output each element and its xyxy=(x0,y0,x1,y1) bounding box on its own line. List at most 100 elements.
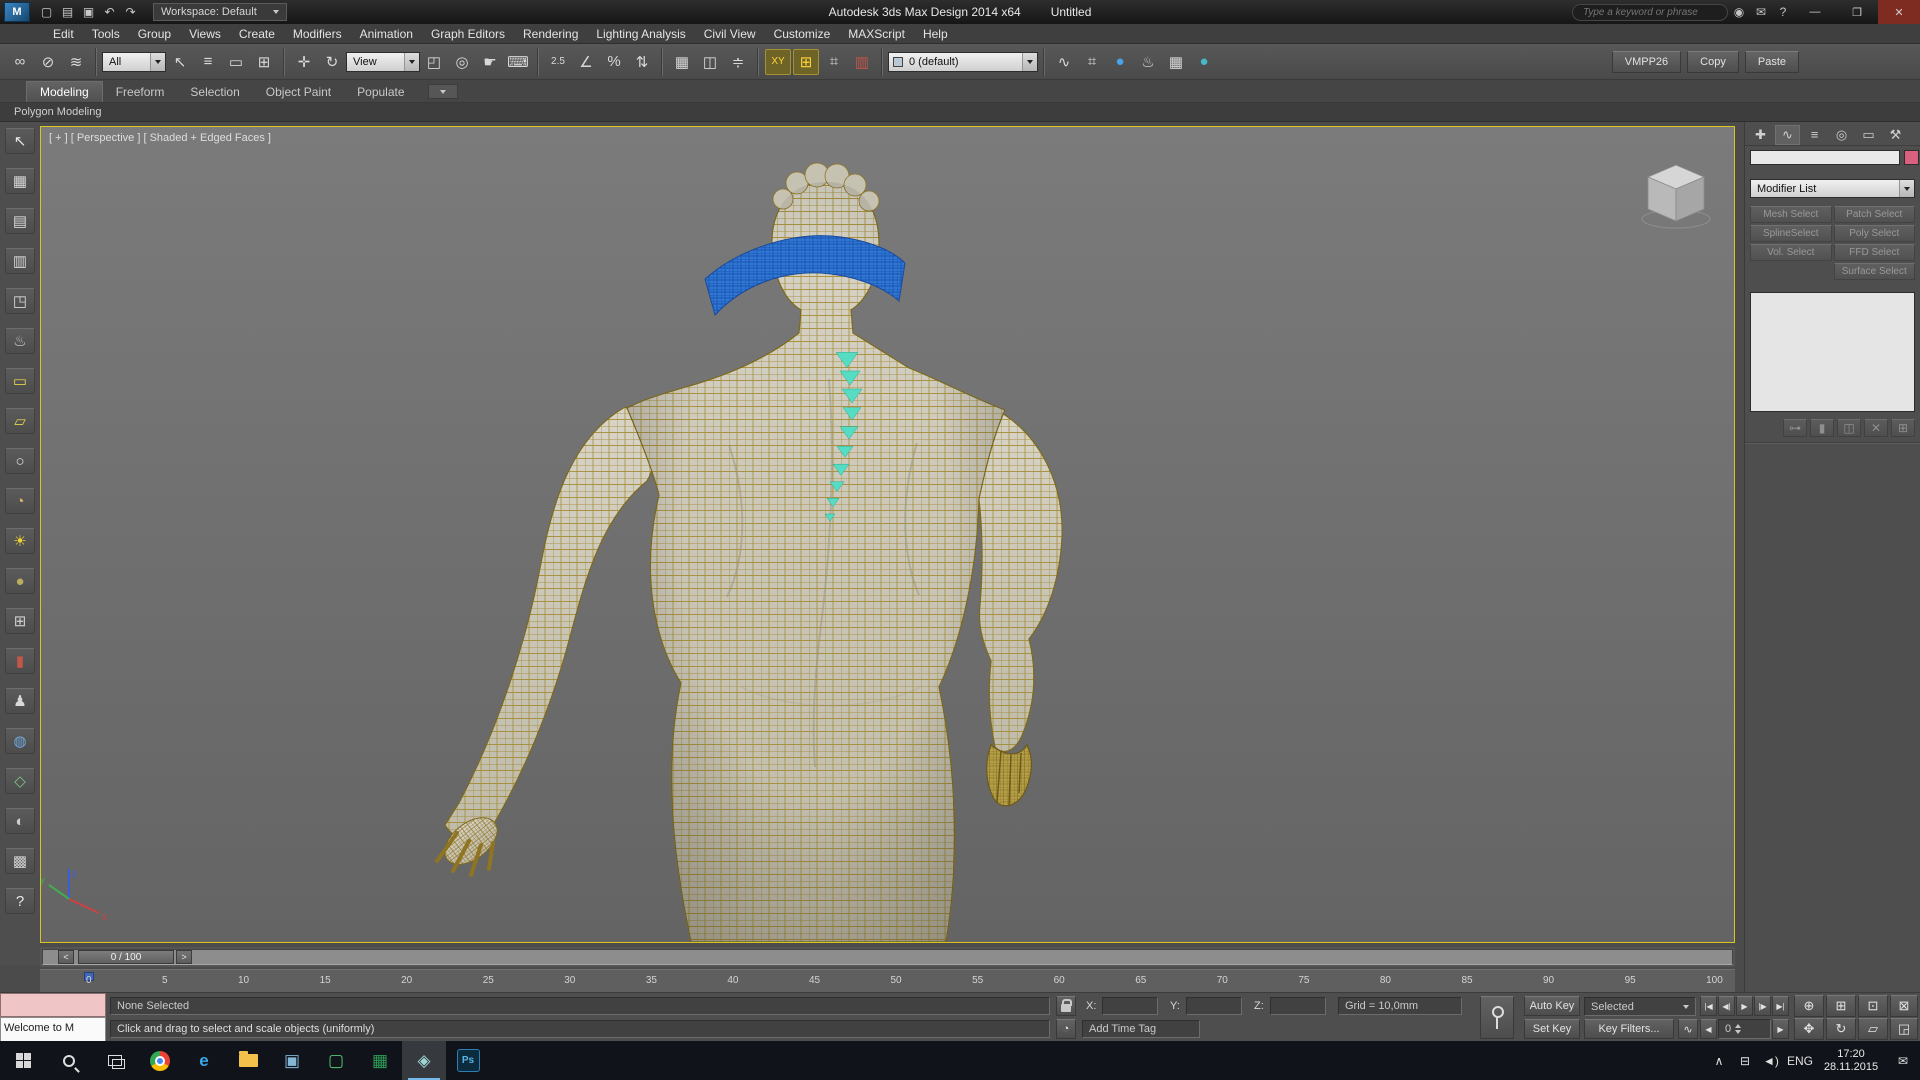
frame-back-button[interactable]: ◀ xyxy=(1700,1019,1717,1039)
left-toolbar-icon[interactable]: ▭ xyxy=(5,368,35,394)
frame-number-field[interactable]: 0 xyxy=(1718,1019,1771,1039)
left-toolbar-icon[interactable]: ◍ xyxy=(5,728,35,754)
schematic-view-icon[interactable]: ⌗ xyxy=(1079,49,1105,75)
frame-forward-button[interactable]: ▶ xyxy=(1772,1019,1789,1039)
explorer-taskbar-icon[interactable] xyxy=(226,1041,270,1080)
menu-item-animation[interactable]: Animation xyxy=(351,24,422,44)
menu-item-views[interactable]: Views xyxy=(180,24,230,44)
tab-selection[interactable]: Selection xyxy=(177,82,252,102)
maximize-viewport-icon[interactable]: ◲ xyxy=(1890,1018,1918,1040)
tab-hierarchy[interactable]: ≡ xyxy=(1802,125,1827,145)
notes-taskbar-icon[interactable]: ▢ xyxy=(314,1041,358,1080)
photoshop-taskbar-icon[interactable]: Ps xyxy=(446,1041,490,1080)
pin-stack-icon[interactable]: ⊶ xyxy=(1783,419,1807,437)
make-unique-icon[interactable]: ◫ xyxy=(1837,419,1861,437)
start-button[interactable] xyxy=(0,1041,46,1080)
track-bar[interactable]: 0 5 10 15 20 25 30 35 40 45 50 55 60 65 … xyxy=(40,969,1735,992)
language-label[interactable]: ENG xyxy=(1784,1054,1816,1068)
spline-select-button[interactable]: SplineSelect xyxy=(1750,225,1832,242)
menu-item-modifiers[interactable]: Modifiers xyxy=(284,24,351,44)
left-toolbar-icon[interactable]: ♟ xyxy=(5,688,35,714)
coordinate-y-field[interactable] xyxy=(1186,997,1242,1015)
open-file-icon[interactable]: ▤ xyxy=(57,3,78,22)
save-file-icon[interactable]: ▣ xyxy=(78,3,99,22)
zoom-icon[interactable]: ⊕ xyxy=(1794,995,1824,1017)
pan-icon[interactable]: ✥ xyxy=(1794,1018,1824,1040)
key-mode-dropdown[interactable]: Selected xyxy=(1584,997,1696,1016)
ribbon-panel-polygon-modeling[interactable]: Polygon Modeling xyxy=(0,103,1920,122)
auto-key-button[interactable]: Auto Key xyxy=(1524,996,1580,1016)
grid-snap-icon[interactable]: ⊞ xyxy=(793,48,819,75)
left-toolbar-icon[interactable]: ⊞ xyxy=(5,608,35,634)
add-time-tag-field[interactable]: Add Time Tag xyxy=(1082,1020,1200,1038)
tab-display[interactable]: ▭ xyxy=(1856,125,1881,145)
taskbar-clock[interactable]: 17:20 28.11.2015 xyxy=(1816,1048,1886,1074)
select-and-link-icon[interactable]: ∞ xyxy=(7,49,33,75)
left-toolbar-icon[interactable]: ? xyxy=(5,888,35,914)
layer-dropdown[interactable]: 0 (default) xyxy=(888,51,1038,72)
select-object-icon[interactable]: ↖ xyxy=(167,49,193,75)
configure-modifier-sets-icon[interactable]: ⊞ xyxy=(1891,419,1915,437)
left-toolbar-icon[interactable]: ▮ xyxy=(5,648,35,674)
rendered-frame-icon[interactable]: ▦ xyxy=(1163,49,1189,75)
left-toolbar-icon[interactable]: ▥ xyxy=(5,248,35,274)
snaps-toggle-icon[interactable]: 2.5 xyxy=(545,49,571,75)
taskbar-search-button[interactable] xyxy=(46,1041,92,1080)
zoom-extents-icon[interactable]: ⊡ xyxy=(1858,995,1888,1017)
tab-modeling[interactable]: Modeling xyxy=(26,81,103,102)
coordinate-x-field[interactable] xyxy=(1102,997,1158,1015)
previous-key-button[interactable]: ◀| xyxy=(1718,996,1735,1016)
select-and-move-icon[interactable]: ✛ xyxy=(291,49,317,75)
task-view-button[interactable] xyxy=(92,1041,138,1080)
chrome-taskbar-icon[interactable] xyxy=(138,1041,182,1080)
account-icon[interactable]: ◉ xyxy=(1728,2,1750,22)
use-pivot-center-icon[interactable]: ◎ xyxy=(449,49,475,75)
left-toolbar-icon[interactable]: ◳ xyxy=(5,288,35,314)
tab-populate[interactable]: Populate xyxy=(344,82,417,102)
menu-item-group[interactable]: Group xyxy=(129,24,180,44)
menu-item-tools[interactable]: Tools xyxy=(83,24,129,44)
help-search-input[interactable] xyxy=(1572,3,1728,21)
modifier-list-dropdown[interactable]: Modifier List xyxy=(1750,179,1915,198)
tab-utilities[interactable]: ⚒ xyxy=(1883,125,1908,145)
menu-item-lighting-analysis[interactable]: Lighting Analysis xyxy=(587,24,694,44)
maxscript-listener-lane[interactable]: Welcome to M xyxy=(0,1017,106,1042)
select-and-manipulate-icon[interactable]: ☛ xyxy=(477,49,503,75)
set-key-button[interactable]: Set Key xyxy=(1524,1019,1580,1039)
macro-recorder-lane[interactable] xyxy=(0,993,106,1017)
time-slider-handle[interactable]: 0 / 100 xyxy=(78,950,174,964)
go-start-button[interactable]: |◀ xyxy=(1700,996,1717,1016)
tab-modify[interactable]: ∿ xyxy=(1775,124,1800,145)
tab-freeform[interactable]: Freeform xyxy=(103,82,178,102)
coordinate-z-field[interactable] xyxy=(1270,997,1326,1015)
mirror-icon[interactable]: ◫ xyxy=(697,49,723,75)
menu-item-help[interactable]: Help xyxy=(914,24,957,44)
tab-create[interactable]: ✚ xyxy=(1748,125,1773,145)
previous-frame-button[interactable]: < xyxy=(58,950,74,964)
left-toolbar-icon[interactable]: ↖ xyxy=(5,128,35,154)
copy-button[interactable]: Copy xyxy=(1687,50,1739,73)
left-toolbar-icon[interactable]: ▱ xyxy=(5,408,35,434)
left-toolbar-icon[interactable]: ▦ xyxy=(5,168,35,194)
left-toolbar-icon[interactable]: ◐ xyxy=(5,808,35,834)
vol-select-button[interactable]: Vol. Select xyxy=(1750,244,1832,261)
align-icon[interactable]: ≑ xyxy=(725,49,751,75)
left-toolbar-icon[interactable]: ▤ xyxy=(5,208,35,234)
percent-snap-icon[interactable]: % xyxy=(601,49,627,75)
left-toolbar-icon[interactable]: ○ xyxy=(5,448,35,474)
selection-filter-dropdown[interactable]: All xyxy=(102,51,166,72)
select-and-rotate-icon[interactable]: ↻ xyxy=(319,49,345,75)
left-toolbar-icon[interactable]: ◇ xyxy=(5,768,35,794)
minimize-button[interactable]: — xyxy=(1794,0,1836,24)
3dsmax-taskbar-icon[interactable]: ◈ xyxy=(402,1041,446,1080)
left-toolbar-icon[interactable]: ☀ xyxy=(5,528,35,554)
field-of-view-icon[interactable]: ▱ xyxy=(1858,1018,1888,1040)
material-editor-icon[interactable]: ● xyxy=(1107,49,1133,75)
network-icon[interactable]: ⊟ xyxy=(1732,1054,1758,1068)
set-key-mode-button[interactable] xyxy=(1480,996,1514,1039)
object-color-swatch[interactable] xyxy=(1904,150,1919,165)
ffd-select-button[interactable]: FFD Select xyxy=(1833,244,1915,261)
remove-modifier-icon[interactable]: ✕ xyxy=(1864,419,1888,437)
select-and-scale-icon[interactable]: ◰ xyxy=(421,49,447,75)
curve-editor-icon[interactable]: ∿ xyxy=(1051,49,1077,75)
